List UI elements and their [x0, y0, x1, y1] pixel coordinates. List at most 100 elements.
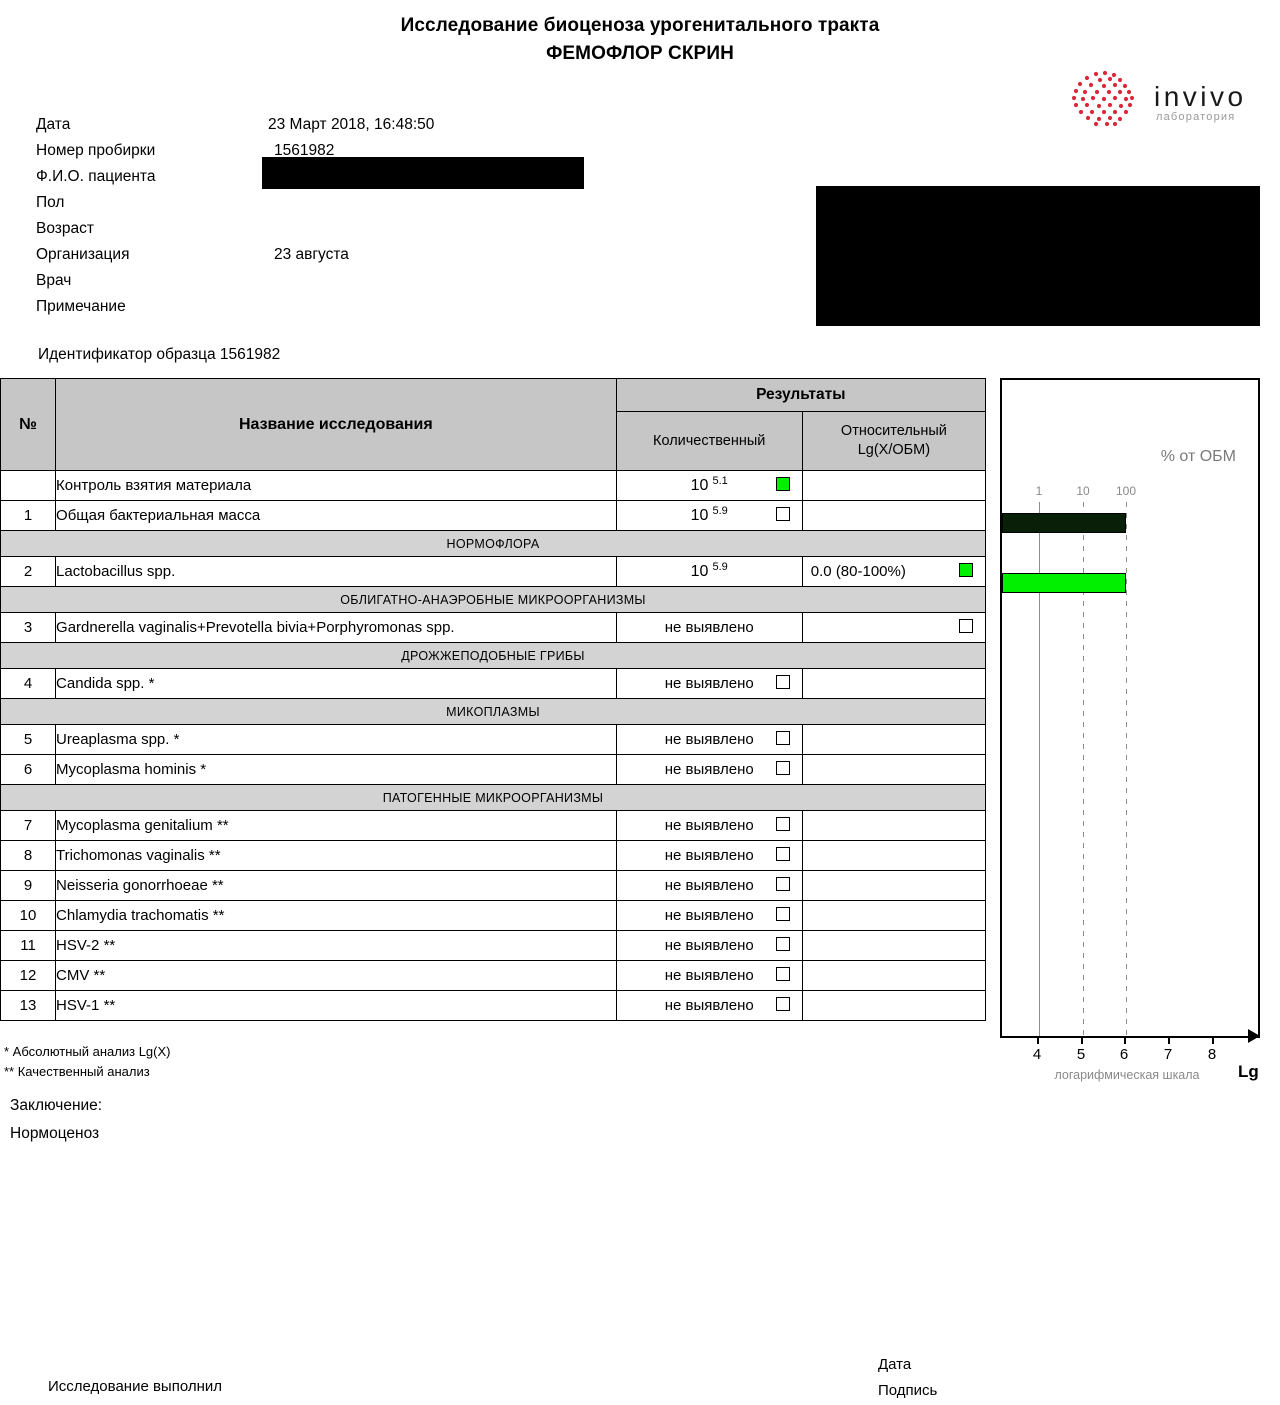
cell-relative	[801, 470, 987, 501]
meta-label-tube-number: Номер пробирки	[36, 142, 156, 159]
cell-relative	[801, 724, 987, 755]
chart-gridline	[1126, 502, 1127, 1036]
quantitative-status-checkbox[interactable]	[775, 816, 790, 831]
cell-index: 5	[0, 724, 57, 755]
table-row: 1 Общая бактериальная масса 10 5.9	[0, 500, 987, 531]
cell-test-name: Mycoplasma hominis *	[55, 754, 617, 785]
cell-test-name: Ureaplasma spp. *	[55, 724, 617, 755]
table-row: 10 Chlamydia trachomatis ** не выявлено	[0, 900, 987, 931]
quantitative-content: не выявлено	[617, 841, 802, 870]
meta-label-organization: Организация	[36, 246, 130, 263]
cell-quantitative: 10 5.9	[615, 500, 803, 531]
cell-test-name: Общая бактериальная масса	[55, 500, 617, 531]
table-row: 12 CMV ** не выявлено	[0, 960, 987, 991]
chart-axis-tick-label: 8	[1207, 1046, 1217, 1063]
footer-date-label: Дата	[878, 1356, 912, 1373]
meta-value-organization: 23 августа	[274, 246, 349, 263]
table-group-label: МИКОПЛАЗМЫ	[0, 698, 986, 725]
power-notation: 10 5.9	[690, 505, 728, 525]
power-base: 10	[690, 506, 709, 524]
cell-test-name: Контроль взятия материала	[55, 470, 617, 501]
chart-percent-tick-label: 10	[1076, 484, 1090, 498]
chart-bar	[1002, 573, 1126, 593]
meta-row-note: Примечание	[36, 294, 796, 320]
cell-relative	[801, 870, 987, 901]
chart-axis-tick-label: 7	[1163, 1046, 1173, 1063]
cell-relative	[801, 840, 987, 871]
column-header-results: Результаты	[615, 378, 987, 412]
chart-axis-tick	[1081, 1036, 1083, 1044]
quantitative-status-slot	[775, 996, 790, 1015]
quantitative-status-checkbox[interactable]	[775, 846, 790, 861]
quantitative-status-slot	[775, 506, 790, 525]
cell-relative	[801, 930, 987, 961]
quantitative-content: не выявлено	[617, 961, 802, 990]
quantitative-status-checkbox[interactable]	[775, 966, 790, 981]
quantitative-status-slot	[775, 674, 790, 693]
quantitative-status-checkbox[interactable]	[775, 674, 790, 689]
cell-quantitative: не выявлено	[615, 900, 803, 931]
relative-status-checkbox[interactable]	[959, 618, 973, 633]
quantitative-status-checkbox[interactable]	[775, 760, 790, 775]
cell-index: 4	[0, 668, 57, 699]
quantitative-status-slot	[775, 936, 790, 955]
quantitative-status-checkbox[interactable]	[775, 936, 790, 951]
cell-test-name: Neisseria gonorrhoeae **	[55, 870, 617, 901]
chart-axis-tick-label: 5	[1076, 1046, 1086, 1063]
cell-relative	[801, 960, 987, 991]
quantitative-text: не выявлено	[664, 675, 754, 692]
footer-signature-block: Дата Подпись	[878, 1352, 937, 1404]
logo-wordmark: invivo	[1154, 81, 1247, 112]
cell-quantitative: не выявлено	[615, 930, 803, 961]
meta-label-note: Примечание	[36, 298, 126, 315]
chart-title: % от ОБМ	[1160, 448, 1236, 465]
power-notation: 10 5.1	[691, 475, 728, 495]
meta-label-sex: Пол	[36, 194, 65, 211]
cell-index: 13	[0, 990, 57, 1021]
power-exponent: 5.9	[712, 560, 728, 573]
quantitative-status-checkbox[interactable]	[775, 876, 790, 891]
quantitative-text: не выявлено	[664, 907, 754, 924]
table-row: 7 Mycoplasma genitalium ** не выявлено	[0, 810, 987, 841]
column-header-quantitative: Количественный	[615, 411, 803, 471]
quantitative-content: не выявлено	[617, 991, 802, 1020]
table-group-header: ОБЛИГАТНО-АНАЭРОБНЫЕ МИКРООРГАНИЗМЫ	[0, 586, 986, 613]
quantitative-content: 10 5.9	[617, 501, 802, 530]
table-row: 2 Lactobacillus spp. 10 5.9 0.0 (80-100%)	[0, 556, 987, 587]
table-group-header: ДРОЖЖЕПОДОБНЫЕ ГРИБЫ	[0, 642, 986, 669]
meta-label-doctor: Врач	[36, 272, 72, 289]
table-group-label: ОБЛИГАТНО-АНАЭРОБНЫЕ МИКРООРГАНИЗМЫ	[0, 586, 986, 613]
quantitative-text: не выявлено	[664, 817, 754, 834]
meta-label-patient-name: Ф.И.О. пациента	[36, 168, 156, 185]
quantitative-content: не выявлено	[617, 811, 802, 840]
relative-status-checkbox[interactable]	[959, 562, 973, 577]
quantitative-status-checkbox[interactable]	[775, 476, 790, 491]
quantitative-status-slot	[775, 476, 790, 495]
quantitative-status-checkbox[interactable]	[775, 506, 790, 521]
cell-index: 9	[0, 870, 57, 901]
cell-relative	[801, 500, 987, 531]
quantitative-text: не выявлено	[664, 731, 754, 748]
table-row: 11 HSV-2 ** не выявлено	[0, 930, 987, 961]
table-row: Контроль взятия материала 10 5.1	[0, 470, 987, 501]
chart-axis-tick	[1212, 1036, 1214, 1044]
cell-test-name: Chlamydia trachomatis **	[55, 900, 617, 931]
quantitative-text: не выявлено	[664, 619, 754, 636]
table-row: 3 Gardnerella vaginalis+Prevotella bivia+…	[0, 612, 987, 643]
invivo-logo: invivo лаборатория	[1052, 64, 1252, 134]
quantitative-status-checkbox[interactable]	[775, 996, 790, 1011]
quantitative-status-checkbox[interactable]	[775, 730, 790, 745]
quantitative-text: не выявлено	[664, 761, 754, 778]
cell-quantitative: 10 5.1	[615, 470, 803, 501]
results-table-head: № Название исследования Результаты Колич…	[0, 378, 987, 471]
table-legend: * Абсолютный анализ Lg(X) ** Качественны…	[4, 1042, 170, 1082]
legend-line-absolute: * Абсолютный анализ Lg(X)	[4, 1044, 171, 1059]
quantitative-status-checkbox[interactable]	[775, 906, 790, 921]
quantitative-content: не выявлено	[617, 613, 802, 642]
table-row: 8 Trichomonas vaginalis ** не выявлено	[0, 840, 987, 871]
cell-relative	[801, 612, 987, 643]
conclusion-block: Заключение: Нормоценоз	[10, 1092, 102, 1148]
meta-row-doctor: Врач	[36, 268, 796, 294]
meta-row-sex: Пол	[36, 190, 796, 216]
table-group-label: ДРОЖЖЕПОДОБНЫЕ ГРИБЫ	[0, 642, 986, 669]
